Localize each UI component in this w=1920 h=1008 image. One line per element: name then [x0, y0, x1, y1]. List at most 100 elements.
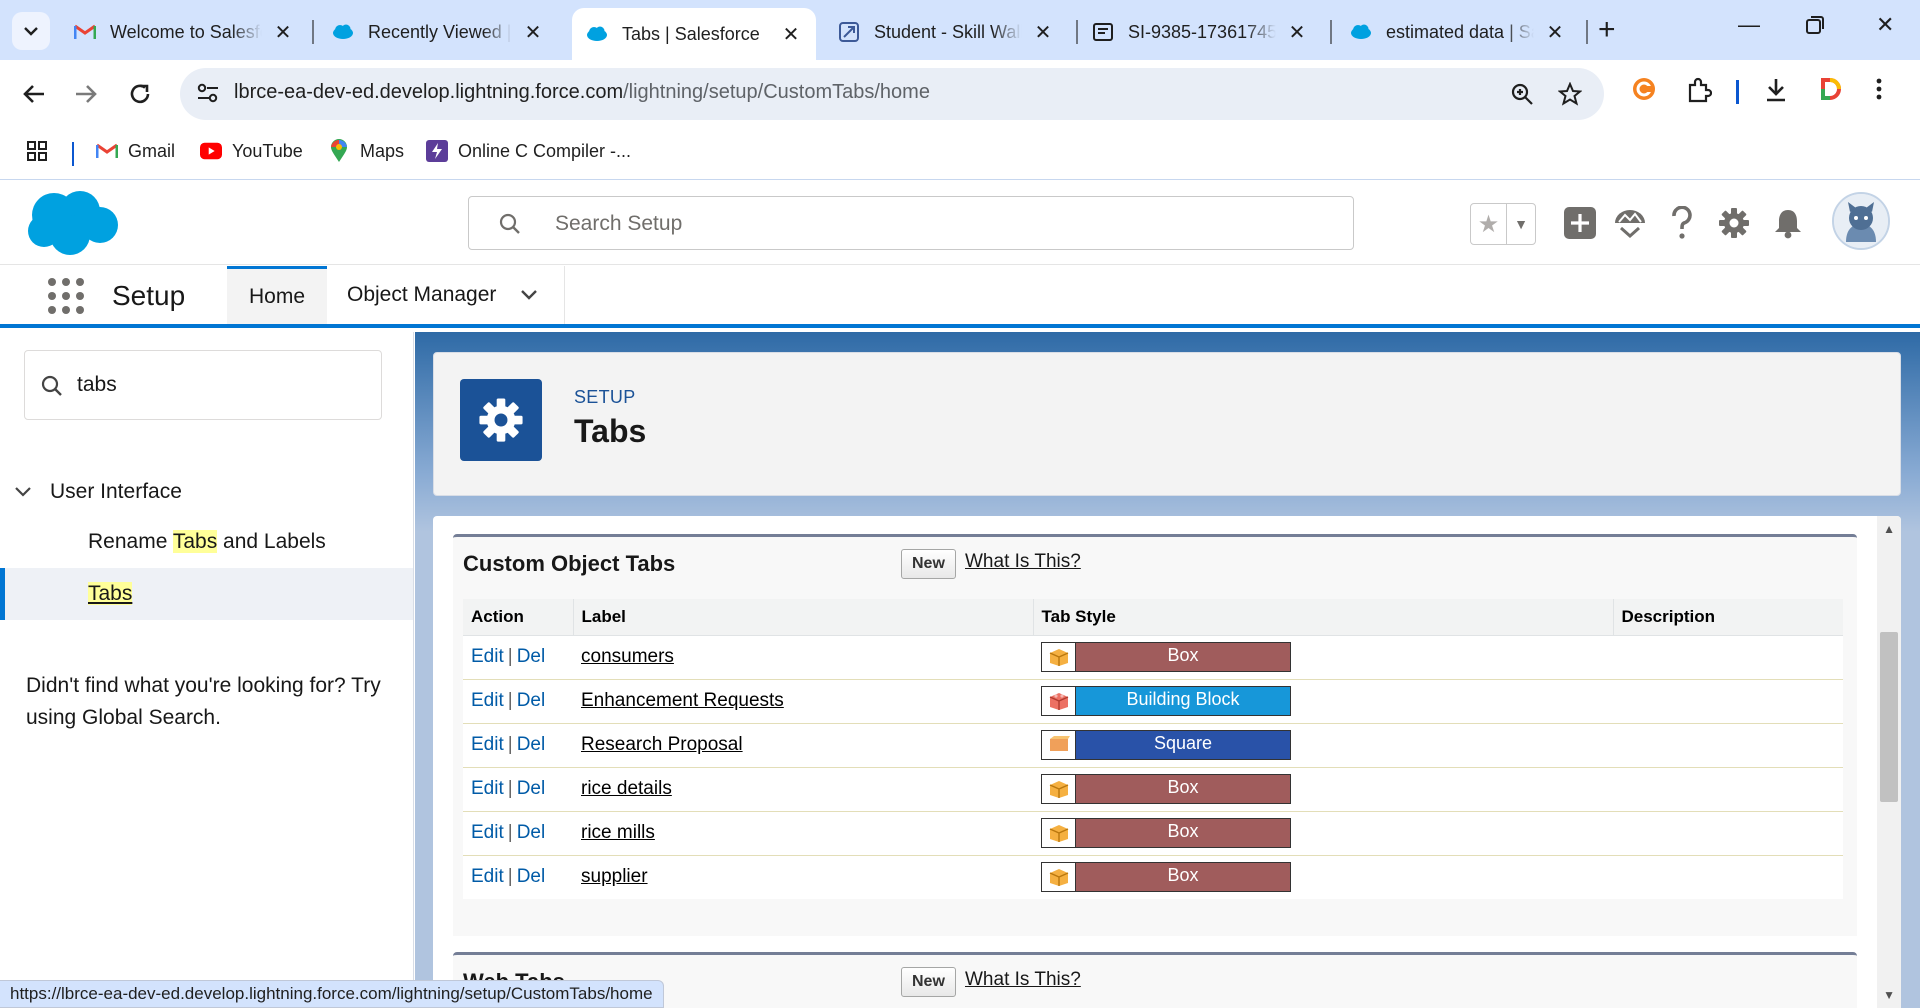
new-custom-tab-button[interactable]: New	[901, 549, 956, 579]
tab-label-link[interactable]: rice mills	[581, 822, 655, 843]
browser-tab-title: Student - Skill Wallet	[874, 21, 1022, 42]
browser-tab-strip: Welcome to Salesforce ✕ Recently Viewed …	[0, 0, 1920, 60]
salesforce-global-header: ★ ▼	[0, 181, 1920, 265]
reload-icon[interactable]	[122, 76, 158, 112]
bookmark-youtube[interactable]: YouTube	[200, 140, 303, 162]
bookmark-label: Gmail	[128, 140, 176, 161]
trailhead-guidance-icon[interactable]	[1612, 205, 1648, 241]
setup-search-box[interactable]	[468, 196, 1354, 250]
edit-link[interactable]: Edit	[471, 690, 504, 711]
tab-style-swatch: Box	[1041, 642, 1291, 672]
browser-tab-6[interactable]: estimated data | Salesforce ✕	[1336, 10, 1580, 54]
bookmark-gmail[interactable]: Gmail	[96, 140, 175, 162]
edit-link[interactable]: Edit	[471, 734, 504, 755]
browser-tab-1[interactable]: Welcome to Salesforce ✕	[60, 10, 308, 54]
scroll-down-arrow-icon[interactable]: ▼	[1883, 988, 1895, 1002]
delete-link[interactable]: Del	[517, 778, 546, 799]
tab-label-link[interactable]: Research Proposal	[581, 734, 743, 755]
page-eyebrow: SETUP	[574, 387, 636, 407]
tree-section-user-interface[interactable]: User Interface	[14, 480, 182, 504]
table-row: Edit | Del Research Proposal Square	[463, 723, 1843, 768]
delete-link[interactable]: Del	[517, 734, 546, 755]
favorites-star-icon[interactable]: ★	[1471, 204, 1507, 244]
setup-search-input[interactable]	[555, 209, 1315, 239]
delete-link[interactable]: Del	[517, 866, 546, 887]
app-name: Setup	[112, 280, 186, 311]
close-icon[interactable]: ✕	[1032, 20, 1054, 45]
row-label-cell: rice details	[573, 767, 1033, 812]
nav-tab-home[interactable]: Home	[227, 266, 327, 324]
maps-pin-icon	[328, 139, 350, 162]
user-avatar[interactable]	[1832, 192, 1890, 250]
scroll-up-arrow-icon[interactable]: ▲	[1883, 522, 1895, 536]
apps-grid-icon[interactable]	[26, 140, 48, 162]
delete-link[interactable]: Del	[517, 690, 546, 711]
more-menu-icon[interactable]	[1876, 77, 1882, 107]
browser-tab-5[interactable]: SI-9385-1736174588 ✕	[1078, 10, 1322, 54]
close-icon[interactable]: ✕	[272, 20, 294, 45]
zoom-icon[interactable]	[1510, 82, 1534, 112]
minimize-icon[interactable]: —	[1738, 12, 1760, 38]
box-icon	[1042, 819, 1076, 847]
quick-find-box[interactable]	[24, 350, 382, 420]
global-actions-plus-icon[interactable]	[1562, 205, 1598, 241]
browser-tab-3-active[interactable]: Tabs | Salesforce ✕	[572, 8, 816, 60]
delete-link[interactable]: Del	[517, 822, 546, 843]
tab-label-link[interactable]: rice details	[581, 778, 672, 799]
favorites-dropdown-icon[interactable]: ▼	[1507, 204, 1535, 244]
new-tab-button[interactable]: +	[1598, 14, 1616, 46]
tab-style-name: Box	[1076, 863, 1290, 892]
close-icon[interactable]: ✕	[1286, 20, 1308, 45]
delete-link[interactable]: Del	[517, 646, 546, 667]
app-launcher-waffle-icon[interactable]	[48, 278, 84, 314]
action-separator: |	[507, 734, 513, 755]
close-icon[interactable]: ✕	[780, 22, 802, 47]
browser-tab-title: Tabs | Salesforce	[622, 23, 760, 44]
notifications-bell-icon[interactable]	[1770, 205, 1806, 241]
close-window-icon[interactable]: ✕	[1876, 12, 1894, 38]
sidebar-item-rename-tabs-and-labels[interactable]: Rename Tabs and Labels	[0, 516, 413, 568]
edit-link[interactable]: Edit	[471, 822, 504, 843]
tab-label-link[interactable]: supplier	[581, 866, 648, 887]
page-header: SETUP Tabs	[433, 352, 1901, 496]
extensions-puzzle-icon[interactable]	[1686, 77, 1713, 109]
chevron-down-icon[interactable]	[520, 285, 538, 306]
browser-tab-4[interactable]: Student - Skill Wallet ✕	[824, 10, 1068, 54]
extension-c-icon[interactable]	[1632, 77, 1656, 107]
edit-link[interactable]: Edit	[471, 866, 504, 887]
quick-find-input[interactable]	[77, 369, 357, 401]
forward-icon[interactable]	[68, 76, 104, 112]
new-web-tab-button[interactable]: New	[901, 967, 956, 997]
scrollbar-thumb[interactable]	[1880, 632, 1898, 802]
url-text[interactable]: lbrce-ea-dev-ed.develop.lightning.force.…	[234, 81, 930, 104]
what-is-this-link[interactable]: What Is This?	[965, 969, 1081, 991]
tab-label-link[interactable]: Enhancement Requests	[581, 690, 784, 711]
address-bar[interactable]: lbrce-ea-dev-ed.develop.lightning.force.…	[180, 68, 1604, 120]
scrollbar[interactable]: ▲ ▼	[1877, 516, 1901, 1008]
edit-link[interactable]: Edit	[471, 646, 504, 667]
bookmark-star-icon[interactable]	[1557, 81, 1583, 112]
restore-icon[interactable]	[1806, 14, 1824, 40]
what-is-this-link[interactable]: What Is This?	[965, 551, 1081, 573]
setup-gear-icon[interactable]	[1716, 205, 1752, 241]
nav-tab-label: Object Manager	[347, 283, 497, 306]
edit-link[interactable]: Edit	[471, 778, 504, 799]
sidebar-item-tabs[interactable]: Tabs	[0, 568, 413, 620]
site-info-icon[interactable]	[196, 82, 220, 109]
bookmark-maps[interactable]: Maps	[328, 139, 404, 162]
close-icon[interactable]: ✕	[522, 20, 544, 45]
salesforce-logo[interactable]	[24, 187, 120, 262]
tab-label-link[interactable]: consumers	[581, 646, 674, 667]
tab-search-button[interactable]	[12, 12, 50, 50]
action-separator: |	[507, 690, 513, 711]
row-actions-cell: Edit | Del	[463, 635, 573, 680]
back-icon[interactable]	[16, 76, 52, 112]
download-icon[interactable]	[1764, 77, 1788, 109]
nav-tab-object-manager[interactable]: Object Manager	[327, 266, 565, 324]
profile-d-icon[interactable]	[1820, 77, 1842, 107]
browser-tab-2[interactable]: Recently Viewed | Salesforce ✕	[318, 10, 558, 54]
help-question-icon[interactable]	[1664, 205, 1700, 241]
bookmark-online-c-compiler[interactable]: Online C Compiler -...	[426, 140, 631, 162]
tab-style-name: Box	[1076, 819, 1290, 847]
close-icon[interactable]: ✕	[1544, 20, 1566, 45]
